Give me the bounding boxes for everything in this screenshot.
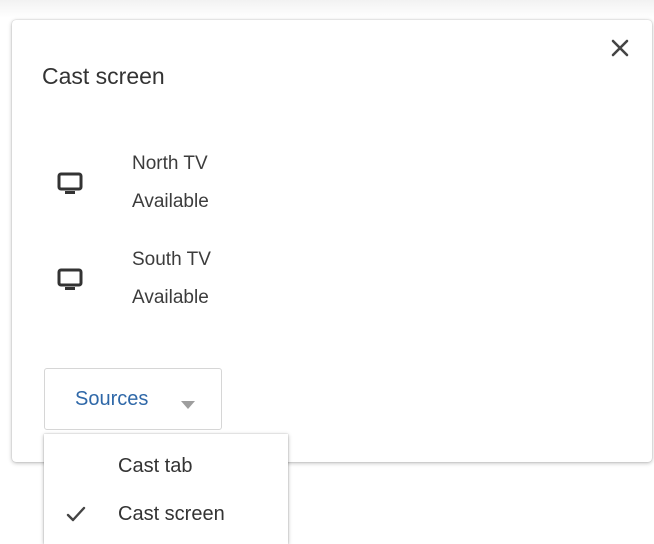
sources-menu: Cast tab Cast screen xyxy=(44,434,288,544)
sink-name: North TV xyxy=(132,153,208,174)
sink-status: Available xyxy=(132,191,209,212)
sources-button[interactable]: Sources xyxy=(44,368,222,430)
close-button[interactable] xyxy=(606,36,634,64)
sink-item-north-tv[interactable]: North TV Available xyxy=(42,146,342,216)
sink-status: Available xyxy=(132,287,209,308)
cast-dialog: Cast screen North TV Available South TV … xyxy=(12,20,652,462)
monitor-icon xyxy=(56,170,84,198)
menu-item-label: Cast tab xyxy=(118,455,193,477)
caret-down-icon xyxy=(181,397,195,415)
dialog-title: Cast screen xyxy=(42,63,165,89)
screen: Cast screen North TV Available South TV … xyxy=(0,0,654,544)
monitor-icon xyxy=(56,266,84,294)
sink-item-south-tv[interactable]: South TV Available xyxy=(42,242,342,312)
menu-item-cast-screen[interactable]: Cast screen xyxy=(44,490,288,538)
check-icon xyxy=(66,504,86,524)
sink-name: South TV xyxy=(132,249,211,270)
menu-item-label: Cast screen xyxy=(118,503,225,525)
sources-label: Sources xyxy=(75,388,149,410)
close-icon xyxy=(611,39,629,62)
menu-item-cast-tab[interactable]: Cast tab xyxy=(44,442,288,490)
